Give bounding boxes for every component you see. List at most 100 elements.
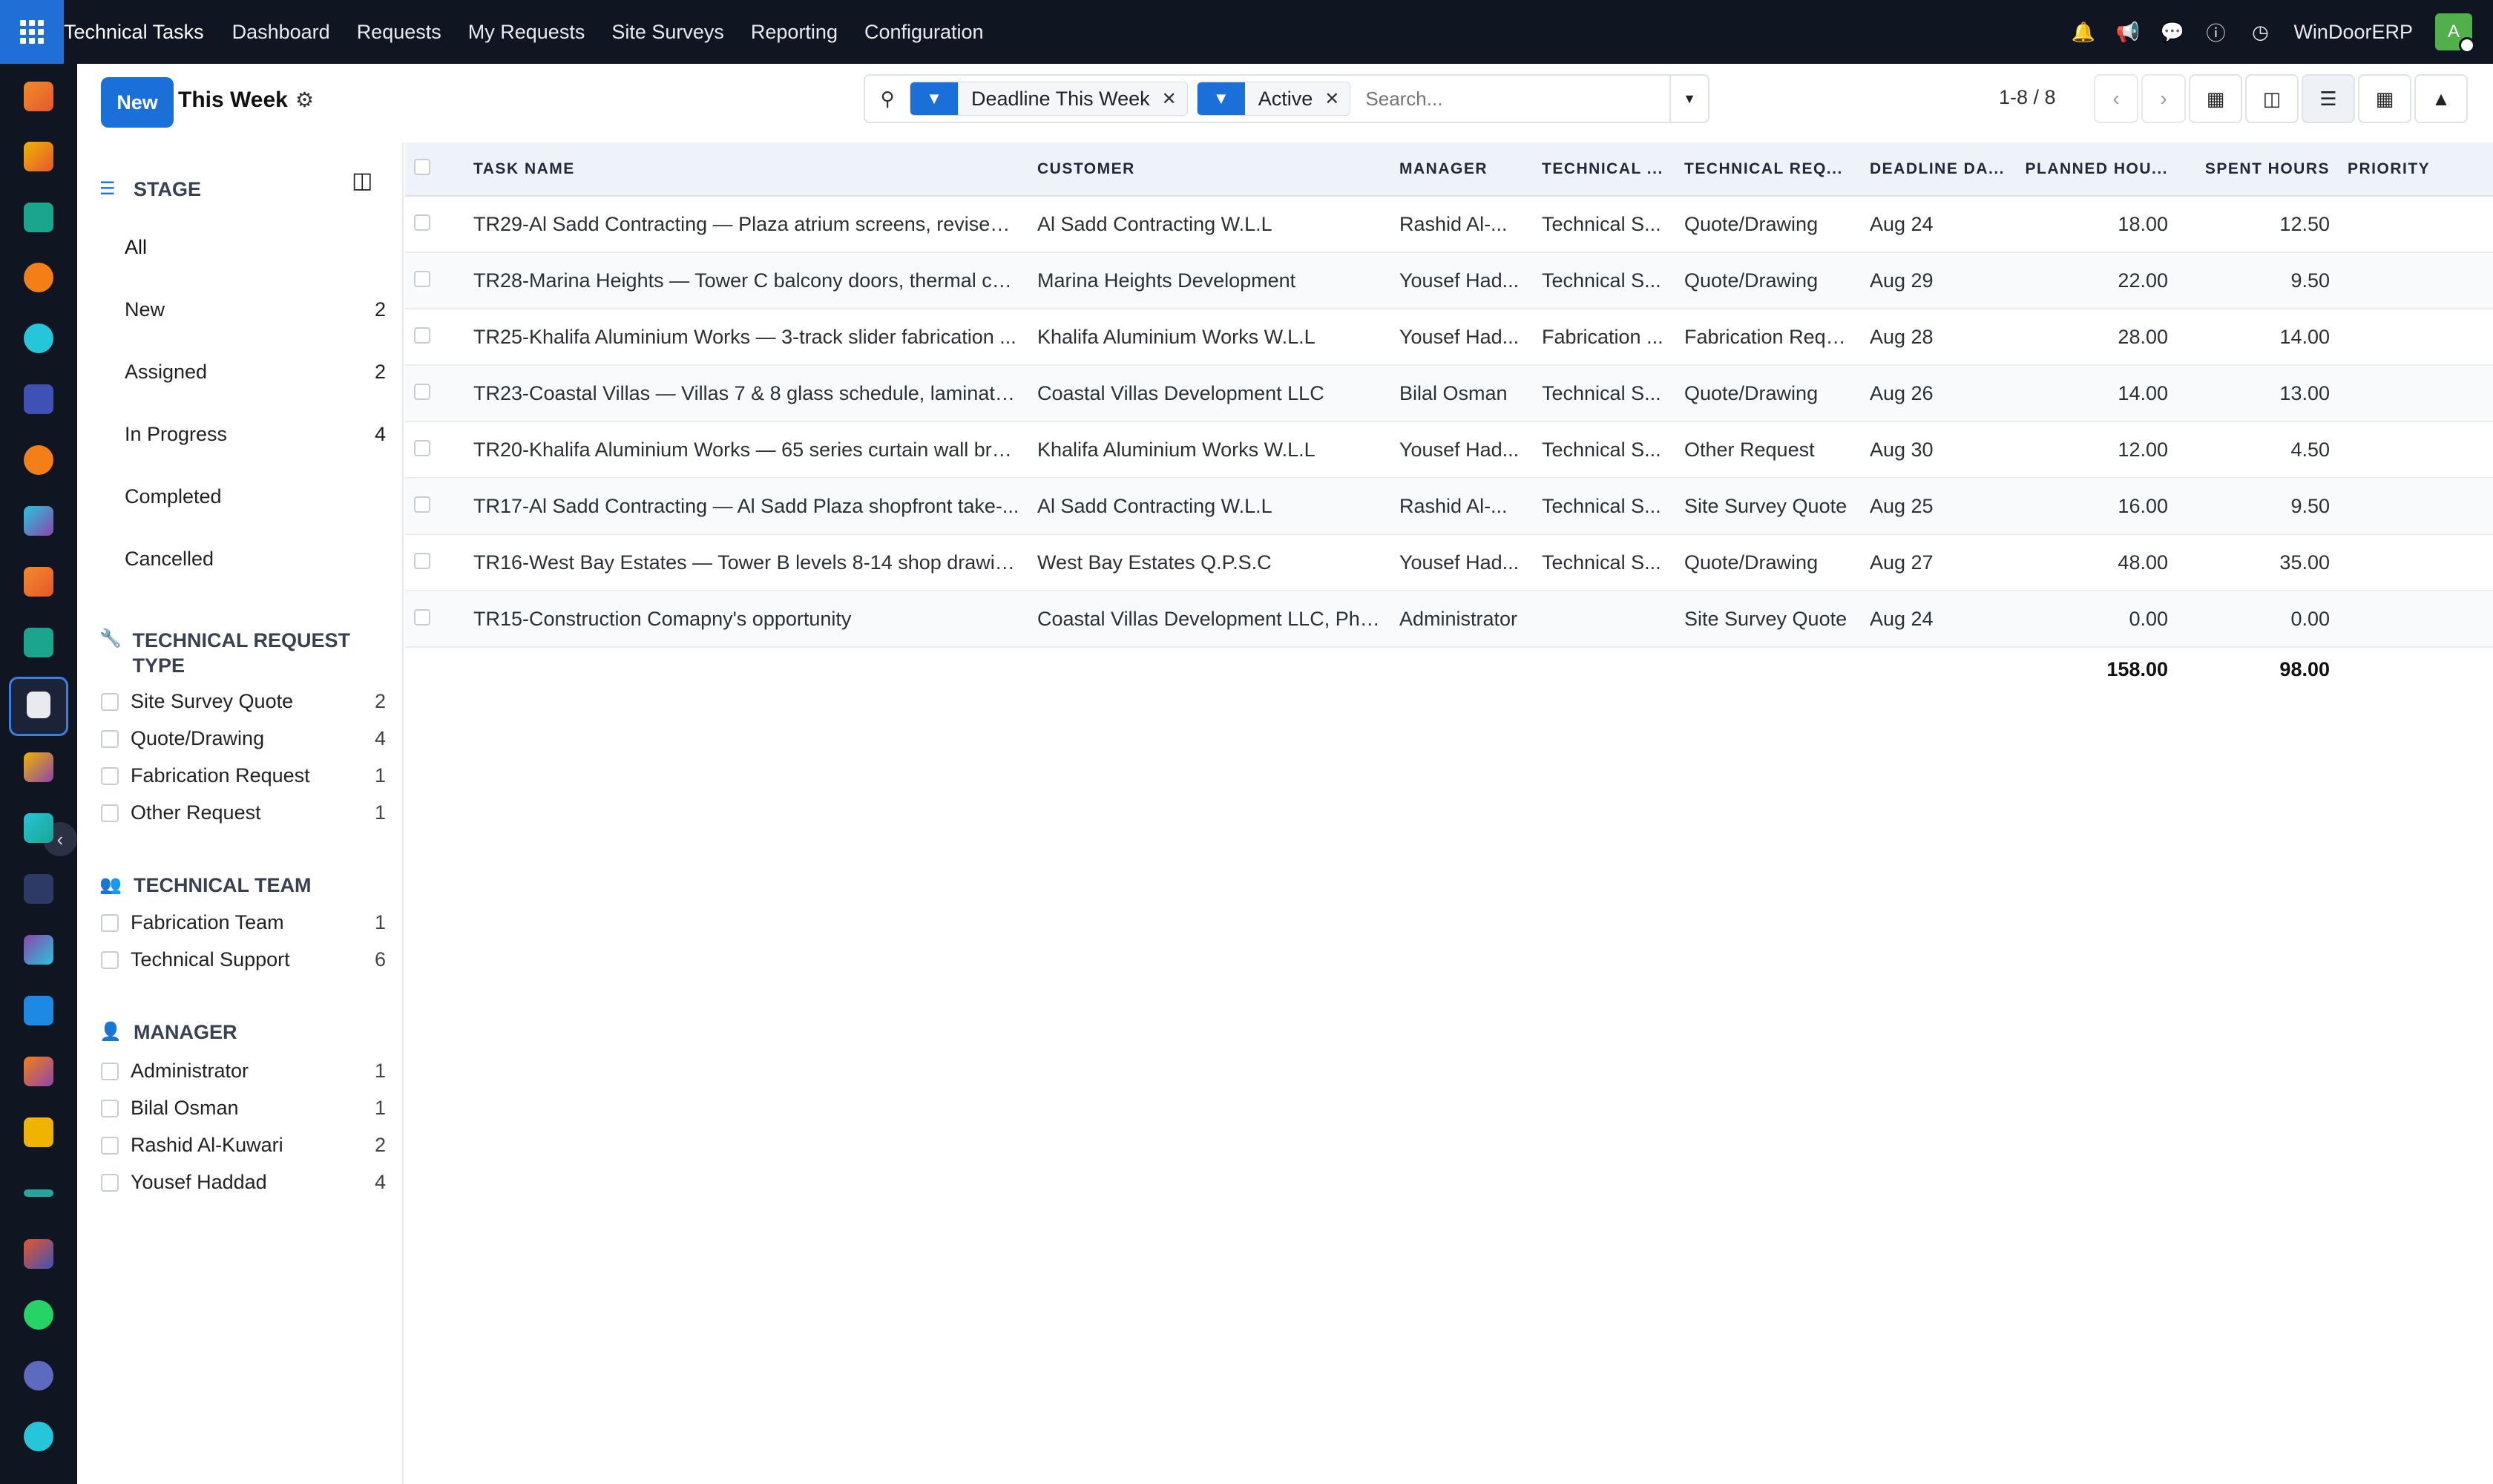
cell-priority[interactable] <box>2339 534 2493 591</box>
col-technical-request-type[interactable]: TECHNICAL REQ... <box>1675 142 1861 197</box>
col-customer[interactable]: CUSTOMER <box>1028 142 1390 197</box>
clock-icon[interactable]: ◷ <box>2249 21 2271 44</box>
filter-technical-support[interactable]: Technical Support 6 <box>101 948 386 971</box>
table-row[interactable]: TR29-Al Sadd Contracting — Plaza atrium … <box>405 196 2493 253</box>
app-icon-2[interactable] <box>24 142 53 171</box>
filter-rashid-al-kuwari[interactable]: Rashid Al-Kuwari 2 <box>101 1134 386 1157</box>
checkbox[interactable] <box>101 913 119 932</box>
col-task-name[interactable]: TASK NAME <box>464 142 1028 197</box>
checkbox[interactable] <box>414 552 430 569</box>
checkbox[interactable] <box>414 214 430 231</box>
col-planned-hours[interactable]: PLANNED HOU... <box>2015 142 2177 197</box>
help-icon[interactable]: ⓘ <box>2204 19 2227 46</box>
row-select[interactable] <box>405 478 464 535</box>
close-icon[interactable]: ✕ <box>1324 82 1350 115</box>
app-icon-10[interactable] <box>24 628 53 657</box>
table-row[interactable]: TR15-Construction Comapny's opportunity C… <box>405 591 2493 648</box>
sidebar-toggle-icon[interactable]: ◫ <box>352 168 372 194</box>
table-row[interactable]: TR28-Marina Heights — Tower C balcony do… <box>405 252 2493 309</box>
app-icon-18[interactable] <box>24 1117 53 1147</box>
new-button[interactable]: New <box>101 77 174 128</box>
filter-site-survey-quote[interactable]: Site Survey Quote 2 <box>101 690 386 713</box>
checkbox[interactable] <box>101 1099 119 1117</box>
kanban-view-button[interactable]: ◫ <box>2245 74 2299 123</box>
row-select[interactable] <box>405 365 464 422</box>
checkbox[interactable] <box>101 766 119 785</box>
checkbox[interactable] <box>414 496 430 513</box>
row-select[interactable] <box>405 309 464 366</box>
stage-item-assigned[interactable]: Assigned 2 <box>125 361 386 384</box>
pager-value[interactable]: 1-8 / 8 <box>1999 86 2056 109</box>
apps-menu-button[interactable] <box>0 0 64 64</box>
app-icon-12[interactable] <box>24 752 53 782</box>
app-icon-22[interactable] <box>24 1361 53 1391</box>
stage-item-cancelled[interactable]: Cancelled <box>125 548 386 571</box>
app-icon-8[interactable] <box>24 506 53 536</box>
app-brand[interactable]: Technical Tasks <box>64 21 204 44</box>
filter-bilal-osman[interactable]: Bilal Osman 1 <box>101 1097 386 1120</box>
menu-requests[interactable]: Requests <box>357 21 441 44</box>
filter-administrator[interactable]: Administrator 1 <box>101 1060 386 1083</box>
chat-icon[interactable]: 💬 <box>2160 21 2184 44</box>
cube-icon[interactable] <box>27 692 50 718</box>
checkbox[interactable] <box>414 439 430 456</box>
filter-other-request[interactable]: Other Request 1 <box>101 801 386 824</box>
checkbox[interactable] <box>414 383 430 400</box>
app-icon-19[interactable] <box>24 1189 53 1197</box>
bell-icon[interactable]: 🔔 <box>2071 21 2095 44</box>
checkbox[interactable] <box>101 804 119 822</box>
app-icon-3[interactable] <box>24 203 53 232</box>
pager-next-button[interactable]: › <box>2141 74 2186 123</box>
caret-down-icon[interactable]: ▼ <box>1669 76 1708 122</box>
whatsapp-icon[interactable] <box>24 1300 53 1330</box>
cell-priority[interactable] <box>2339 252 2493 309</box>
checkbox[interactable] <box>101 1062 119 1080</box>
cell-priority[interactable] <box>2339 478 2493 535</box>
app-icon-15[interactable] <box>24 935 53 965</box>
filter-yousef-haddad[interactable]: Yousef Haddad 4 <box>101 1171 386 1194</box>
gear-icon[interactable]: ⚙ <box>295 88 314 112</box>
app-icon-20[interactable] <box>24 1239 53 1269</box>
app-icon-5[interactable] <box>24 324 53 353</box>
menu-dashboard[interactable]: Dashboard <box>232 21 330 44</box>
stage-item-all[interactable]: All <box>125 236 386 259</box>
app-icon-1[interactable] <box>24 82 53 111</box>
table-row[interactable]: TR23-Coastal Villas — Villas 7 & 8 glass… <box>405 365 2493 422</box>
company-switcher[interactable]: WinDoorERP <box>2293 21 2413 44</box>
list-view-button[interactable]: ☰ <box>2302 74 2355 123</box>
checkbox[interactable] <box>101 1173 119 1192</box>
table-row[interactable]: TR16-West Bay Estates — Tower B levels 8… <box>405 534 2493 591</box>
menu-configuration[interactable]: Configuration <box>864 21 984 44</box>
user-avatar[interactable]: A <box>2435 13 2475 53</box>
app-icon-16[interactable] <box>24 996 53 1025</box>
app-icon-7[interactable] <box>24 445 53 475</box>
app-icon-17[interactable] <box>24 1057 53 1086</box>
row-select[interactable] <box>405 591 464 648</box>
stage-item-completed[interactable]: Completed <box>125 485 386 508</box>
checkbox[interactable] <box>414 270 430 287</box>
app-icon-23[interactable] <box>24 1422 53 1451</box>
filter-fabrication-team[interactable]: Fabrication Team 1 <box>101 911 386 934</box>
table-row[interactable]: TR20-Khalifa Aluminium Works — 65 series… <box>405 421 2493 479</box>
search-icon[interactable]: ⚲ <box>865 88 910 111</box>
col-priority[interactable]: PRIORITY <box>2339 142 2493 197</box>
col-technical-team[interactable]: TECHNICAL ... <box>1533 142 1675 197</box>
cell-priority[interactable] <box>2339 196 2493 253</box>
select-all[interactable] <box>405 142 464 197</box>
menu-reporting[interactable]: Reporting <box>751 21 838 44</box>
pivot-view-button[interactable]: ▦ <box>2358 74 2411 123</box>
checkbox[interactable] <box>101 951 119 969</box>
checkbox[interactable] <box>101 692 119 711</box>
filter-fabrication-request[interactable]: Fabrication Request 1 <box>101 764 386 787</box>
table-row[interactable]: TR17-Al Sadd Contracting — Al Sadd Plaza… <box>405 478 2493 535</box>
cell-priority[interactable] <box>2339 309 2493 366</box>
stage-item-new[interactable]: New 2 <box>125 298 386 321</box>
search-input[interactable] <box>1359 87 1669 111</box>
checkbox[interactable] <box>101 1136 119 1155</box>
menu-my-requests[interactable]: My Requests <box>468 21 585 44</box>
app-icon-9[interactable] <box>24 567 53 597</box>
calendar-view-button[interactable]: ▦ <box>2189 74 2242 123</box>
stage-item-in-progress[interactable]: In Progress 4 <box>125 423 386 446</box>
pager-previous-button[interactable]: ‹ <box>2094 74 2138 123</box>
close-icon[interactable]: ✕ <box>1161 82 1187 115</box>
